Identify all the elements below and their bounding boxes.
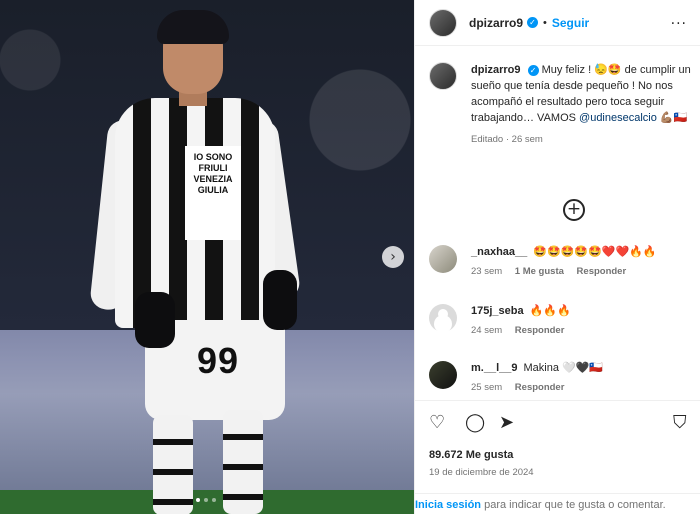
separator: • — [543, 16, 547, 29]
post-modal: IO SONO FRIULI VENEZIA GIULIA 99 › dpiza… — [0, 0, 700, 514]
comment-meta: 25 sem Responder — [471, 382, 603, 393]
follow-button[interactable]: Seguir — [552, 16, 589, 30]
shirt-sponsor: IO SONO FRIULI VENEZIA GIULIA — [185, 146, 241, 240]
caption-username[interactable]: dpizarro9 — [471, 64, 521, 76]
sponsor-line: FRIULI — [198, 163, 228, 173]
share-icon[interactable]: ➤ — [499, 413, 514, 433]
carousel-dot — [204, 498, 208, 502]
comment-username[interactable]: 175j_seba — [471, 305, 524, 317]
comment-time[interactable]: 25 sem — [471, 382, 502, 393]
comment-meta: 23 sem 1 Me gusta Responder — [471, 266, 657, 277]
player-sock-right — [223, 410, 263, 514]
shirt-number: 99 — [197, 340, 240, 381]
reply-button[interactable]: Responder — [515, 325, 565, 336]
post-media[interactable]: IO SONO FRIULI VENEZIA GIULIA 99 › — [0, 0, 414, 514]
comment-line: _naxhaa__ 🤩🤩🤩🤩🤩❤️❤️🔥🔥 — [471, 245, 657, 260]
comment-item: m.__l__9 Makina 🤍🖤🇨🇱 25 sem Responder — [429, 361, 691, 393]
comment-likes[interactable]: 1 Me gusta — [515, 266, 564, 277]
avatar[interactable] — [429, 245, 457, 273]
post-actions: ♡ ◯ ➤ ⛉ 89.672 Me gusta 19 de diciembre … — [415, 400, 700, 514]
chevron-right-icon[interactable]: › — [382, 246, 404, 268]
comment-item: _naxhaa__ 🤩🤩🤩🤩🤩❤️❤️🔥🔥 23 sem 1 Me gusta R… — [429, 245, 691, 277]
reply-button[interactable]: Responder — [577, 266, 627, 277]
reply-button[interactable]: Responder — [515, 382, 565, 393]
comment-time[interactable]: 23 sem — [471, 266, 502, 277]
carousel-dot-active — [196, 498, 200, 502]
post-date[interactable]: 19 de diciembre de 2024 — [429, 467, 534, 478]
comment-icon[interactable]: ◯ — [465, 413, 485, 433]
player-sock-left — [153, 415, 193, 514]
login-prompt-text: para indicar que te gusta o comentar. — [481, 499, 666, 511]
comment-text: 🔥🔥🔥 — [529, 305, 571, 317]
comment-item: 175j_seba 🔥🔥🔥 24 sem Responder — [429, 304, 691, 336]
comment-text: 🤩🤩🤩🤩🤩❤️❤️🔥🔥 — [533, 246, 657, 258]
player-photo: IO SONO FRIULI VENEZIA GIULIA 99 — [89, 10, 305, 514]
avatar[interactable] — [429, 8, 457, 37]
verified-icon: ✓ — [527, 65, 539, 76]
sponsor-line: GIULIA — [197, 185, 229, 195]
carousel-dots — [196, 498, 216, 502]
comment-body: 175j_seba 🔥🔥🔥 24 sem Responder — [471, 304, 574, 336]
caption-end: 💪🏽🇨🇱 — [659, 112, 688, 124]
comment-time[interactable]: 24 sem — [471, 325, 502, 336]
post-header: dpizarro9 ✓ • Seguir ··· — [415, 0, 700, 46]
avatar[interactable] — [429, 304, 457, 332]
heart-icon[interactable]: ♡ — [429, 413, 445, 433]
comment-username[interactable]: _naxhaa__ — [471, 246, 527, 258]
comment-line: 175j_seba 🔥🔥🔥 — [471, 304, 574, 319]
caption-mention[interactable]: @udinesecalcio — [579, 112, 657, 124]
avatar[interactable] — [429, 62, 457, 90]
comment-meta: 24 sem Responder — [471, 325, 574, 336]
like-count[interactable]: 89.672 Me gusta — [429, 449, 513, 461]
comment-username[interactable]: m.__l__9 — [471, 362, 517, 374]
caption-meta: Editado · 26 sem — [471, 134, 543, 145]
username[interactable]: dpizarro9 — [469, 16, 523, 30]
avatar[interactable] — [429, 361, 457, 389]
caption-text: dpizarro9 ✓ Muy feliz ! 😓🤩 de cumplir un… — [471, 62, 691, 148]
sponsor-line: IO SONO — [193, 152, 233, 162]
comment-body: m.__l__9 Makina 🤍🖤🇨🇱 25 sem Responder — [471, 361, 603, 393]
player-glove-left — [135, 292, 175, 348]
comment-text: Makina 🤍🖤🇨🇱 — [523, 362, 604, 374]
login-prompt: Inicia sesión para indicar que te gusta … — [415, 493, 700, 515]
more-horizontal-icon[interactable]: ··· — [671, 16, 687, 32]
action-icons: ♡ ◯ ➤ ⛉ — [429, 413, 691, 435]
comment-body: _naxhaa__ 🤩🤩🤩🤩🤩❤️❤️🔥🔥 23 sem 1 Me gusta R… — [471, 245, 657, 277]
sponsor-line: VENEZIA — [193, 174, 233, 184]
player-hair — [157, 10, 229, 44]
load-more-comments-icon[interactable]: + — [563, 199, 585, 221]
bookmark-icon[interactable]: ⛉ — [673, 413, 687, 433]
carousel-dot — [212, 498, 216, 502]
login-link[interactable]: Inicia sesión — [415, 499, 481, 511]
post-side-panel: dpizarro9 ✓ • Seguir ··· dpizarro9 ✓ Muy… — [414, 0, 700, 514]
verified-icon: ✓ — [527, 17, 539, 28]
post-caption: dpizarro9 ✓ Muy feliz ! 😓🤩 de cumplir un… — [429, 62, 691, 148]
comment-line: m.__l__9 Makina 🤍🖤🇨🇱 — [471, 361, 603, 376]
player-glove-right — [263, 270, 297, 330]
